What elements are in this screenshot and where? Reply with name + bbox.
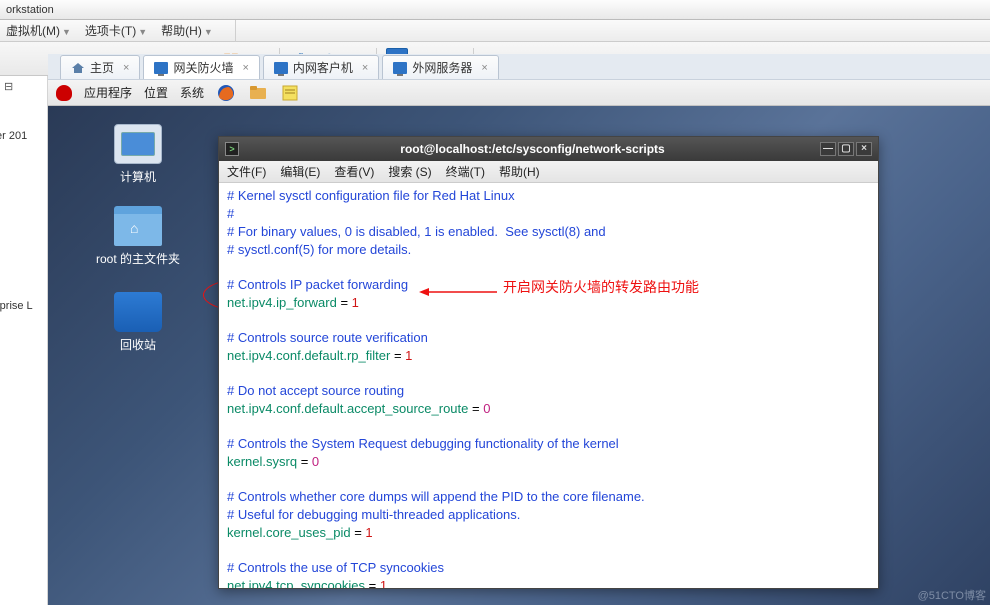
menu-term[interactable]: 终端(T): [446, 163, 485, 180]
terminal-content[interactable]: # Kernel sysctl configuration file for R…: [219, 183, 878, 588]
icon-label: 计算机: [98, 168, 178, 185]
annotation-text: 开启网关防火墙的转发路由功能: [503, 277, 699, 297]
tab-home[interactable]: 主页×: [60, 55, 140, 79]
terminal-window[interactable]: > root@localhost:/etc/sysconfig/network-…: [218, 136, 879, 589]
menu-help[interactable]: 帮助(H): [499, 163, 540, 180]
menu-search[interactable]: 搜索 (S): [388, 163, 431, 180]
menu-edit[interactable]: 编辑(E): [280, 163, 320, 180]
menu-applications[interactable]: 应用程序: [84, 84, 132, 101]
menu-view[interactable]: 查看(V): [334, 163, 374, 180]
terminal-icon: >: [225, 142, 239, 156]
close-icon[interactable]: ×: [123, 62, 129, 74]
vm-viewport: 主页× 网关防火墙× 内网客户机× 外网服务器× 应用程序 位置 系统 计算机: [48, 54, 990, 605]
menu-help[interactable]: 帮助(H)▼: [161, 22, 213, 39]
vm-library-sidebar: ⊟ er 201 rprise L: [0, 76, 48, 605]
tree-item[interactable]: rprise L: [0, 300, 33, 312]
notes-icon[interactable]: [280, 84, 300, 102]
watermark: @51CTO博客: [918, 587, 986, 603]
menu-vm[interactable]: 虚拟机(M)▼: [6, 22, 71, 39]
home-icon: [71, 62, 85, 74]
icon-label: 回收站: [98, 336, 178, 353]
tab-server[interactable]: 外网服务器×: [382, 55, 498, 79]
desktop-icon-computer[interactable]: 计算机: [98, 124, 178, 185]
vmware-menubar: 虚拟机(M)▼ 选项卡(T)▼ 帮助(H)▼: [0, 20, 990, 42]
terminal-title-text: root@localhost:/etc/sysconfig/network-sc…: [247, 142, 818, 156]
guest-top-panel: 应用程序 位置 系统: [48, 80, 990, 106]
tree-toggle[interactable]: ⊟: [4, 80, 43, 93]
vmware-title-bar: orkstation: [0, 0, 990, 20]
firefox-icon[interactable]: [216, 84, 236, 102]
close-button[interactable]: ×: [856, 142, 872, 156]
terminal-titlebar[interactable]: > root@localhost:/etc/sysconfig/network-…: [219, 137, 878, 161]
tab-gateway[interactable]: 网关防火墙×: [143, 55, 259, 79]
close-icon[interactable]: ×: [242, 62, 248, 74]
monitor-icon: [154, 62, 168, 74]
maximize-button[interactable]: ▢: [838, 142, 854, 156]
terminal-menubar: 文件(F) 编辑(E) 查看(V) 搜索 (S) 终端(T) 帮助(H): [219, 161, 878, 183]
redhat-icon: [56, 85, 72, 101]
desktop-icon-home[interactable]: root 的主文件夹: [88, 206, 188, 267]
monitor-icon: [274, 62, 288, 74]
menu-places[interactable]: 位置: [144, 84, 168, 101]
menu-file[interactable]: 文件(F): [227, 163, 266, 180]
vm-tab-strip: 主页× 网关防火墙× 内网客户机× 外网服务器×: [48, 54, 990, 80]
tab-client[interactable]: 内网客户机×: [263, 55, 379, 79]
tree-item[interactable]: er 201: [0, 130, 27, 142]
menu-system[interactable]: 系统: [180, 84, 204, 101]
minimize-button[interactable]: —: [820, 142, 836, 156]
monitor-icon: [393, 62, 407, 74]
file-manager-icon[interactable]: [248, 84, 268, 102]
icon-label: root 的主文件夹: [88, 250, 188, 267]
guest-desktop[interactable]: 计算机 root 的主文件夹 回收站 > root@localhost:/etc…: [48, 106, 990, 605]
desktop-icon-trash[interactable]: 回收站: [98, 292, 178, 353]
close-icon[interactable]: ×: [362, 62, 368, 74]
menu-tabs[interactable]: 选项卡(T)▼: [85, 22, 147, 39]
annotation-arrow: [419, 284, 499, 300]
close-icon[interactable]: ×: [481, 62, 487, 74]
